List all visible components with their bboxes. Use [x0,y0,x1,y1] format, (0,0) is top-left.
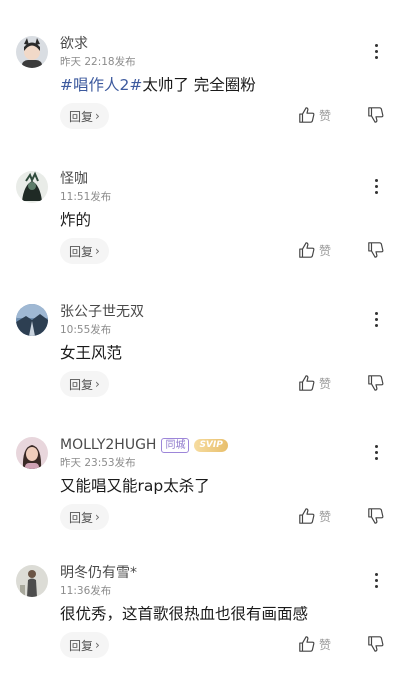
more-options-icon[interactable] [370,569,382,591]
comment-item: 明冬仍有雪* 11:36发布 很优秀，这首歌很热血也很有画面感 回复 › 赞 [0,565,400,698]
avatar[interactable] [16,171,48,203]
username-text: MOLLY2HUGH [60,437,157,453]
avatar-dark-figure-icon [16,171,48,203]
like-button[interactable]: 赞 [298,374,331,392]
chevron-right-icon: › [95,109,100,123]
like-label: 赞 [319,108,332,123]
chevron-right-icon: › [95,244,100,258]
comment-body: 炸的 [60,211,92,229]
username[interactable]: 怪咖 [60,170,88,188]
like-button[interactable]: 赞 [298,106,331,124]
more-options-icon[interactable] [370,308,382,330]
thumbs-up-icon [299,242,315,258]
thumbs-down-icon [368,242,384,258]
tongcheng-badge: 同城 [161,437,190,453]
chevron-right-icon: › [95,510,100,524]
more-options-icon[interactable] [370,441,382,463]
comment-text: 炸的 [60,209,91,231]
more-options-icon[interactable] [370,175,382,197]
thumbs-down-icon [368,375,384,391]
dislike-button[interactable] [367,241,385,259]
avatar-girl-portrait-icon [16,437,48,469]
username[interactable]: MOLLY2HUGH 同城 SVIP [60,436,228,454]
username[interactable]: 欲求 [60,35,88,53]
comment-text: 很优秀，这首歌很热血也很有画面感 [60,603,308,625]
thumbs-down-icon [368,508,384,524]
reply-label: 回复 [69,638,94,653]
reply-button[interactable]: 回复 › [60,504,109,530]
svip-badge: SVIP [194,438,228,452]
dislike-button[interactable] [367,106,385,124]
reply-button[interactable]: 回复 › [60,103,109,129]
avatar-road-landscape-icon [16,304,48,336]
thumbs-up-icon [299,508,315,524]
avatar[interactable] [16,437,48,469]
thumbs-up-icon [299,375,315,391]
thumbs-up-icon [299,636,315,652]
thumbs-up-icon [299,107,315,123]
dislike-button[interactable] [367,507,385,525]
comment-text: #唱作人2#太帅了 完全圈粉 [60,74,256,96]
reply-button[interactable]: 回复 › [60,632,109,658]
username[interactable]: 明冬仍有雪* [60,564,137,582]
avatar[interactable] [16,565,48,597]
avatar[interactable] [16,304,48,336]
avatar-cat-ears-girl-icon [16,36,48,68]
like-label: 赞 [319,509,332,524]
chevron-right-icon: › [95,638,100,652]
comment-body: 又能唱又能rap太杀了 [60,477,210,495]
post-time: 11:51发布 [60,191,112,203]
comment-item: 欲求 昨天 22:18发布 #唱作人2#太帅了 完全圈粉 回复 › 赞 [0,36,400,169]
reply-button[interactable]: 回复 › [60,371,109,397]
comment-item: 张公子世无双 10:55发布 女王风范 回复 › 赞 [0,304,400,437]
reply-label: 回复 [69,244,94,259]
post-time: 昨天 22:18发布 [60,56,136,68]
username[interactable]: 张公子世无双 [60,303,144,321]
more-options-icon[interactable] [370,40,382,62]
avatar[interactable] [16,36,48,68]
reply-label: 回复 [69,109,94,124]
thumbs-down-icon [368,107,384,123]
comment-body: 女王风范 [60,344,123,362]
comment-body: 很优秀，这首歌很热血也很有画面感 [60,605,309,623]
hashtag-link[interactable]: #唱作人2# [60,76,142,94]
post-time: 11:36发布 [60,585,112,597]
thumbs-down-icon [368,636,384,652]
comment-text: 又能唱又能rap太杀了 [60,475,210,497]
reply-label: 回复 [69,510,94,525]
like-label: 赞 [319,376,332,391]
reply-button[interactable]: 回复 › [60,238,109,264]
like-label: 赞 [319,637,332,652]
reply-label: 回复 [69,377,94,392]
comment-text: 女王风范 [60,342,122,364]
comment-item: MOLLY2HUGH 同城 SVIP 昨天 23:53发布 又能唱又能rap太杀… [0,437,400,570]
like-button[interactable]: 赞 [298,241,331,259]
avatar-man-standing-icon [16,565,48,597]
dislike-button[interactable] [367,635,385,653]
like-button[interactable]: 赞 [298,507,331,525]
comment-item: 怪咖 11:51发布 炸的 回复 › 赞 [0,171,400,304]
post-time: 10:55发布 [60,324,112,336]
like-label: 赞 [319,243,332,258]
like-button[interactable]: 赞 [298,635,331,653]
comment-body: 太帅了 完全圈粉 [142,76,256,94]
dislike-button[interactable] [367,374,385,392]
post-time: 昨天 23:53发布 [60,457,136,469]
chevron-right-icon: › [95,377,100,391]
